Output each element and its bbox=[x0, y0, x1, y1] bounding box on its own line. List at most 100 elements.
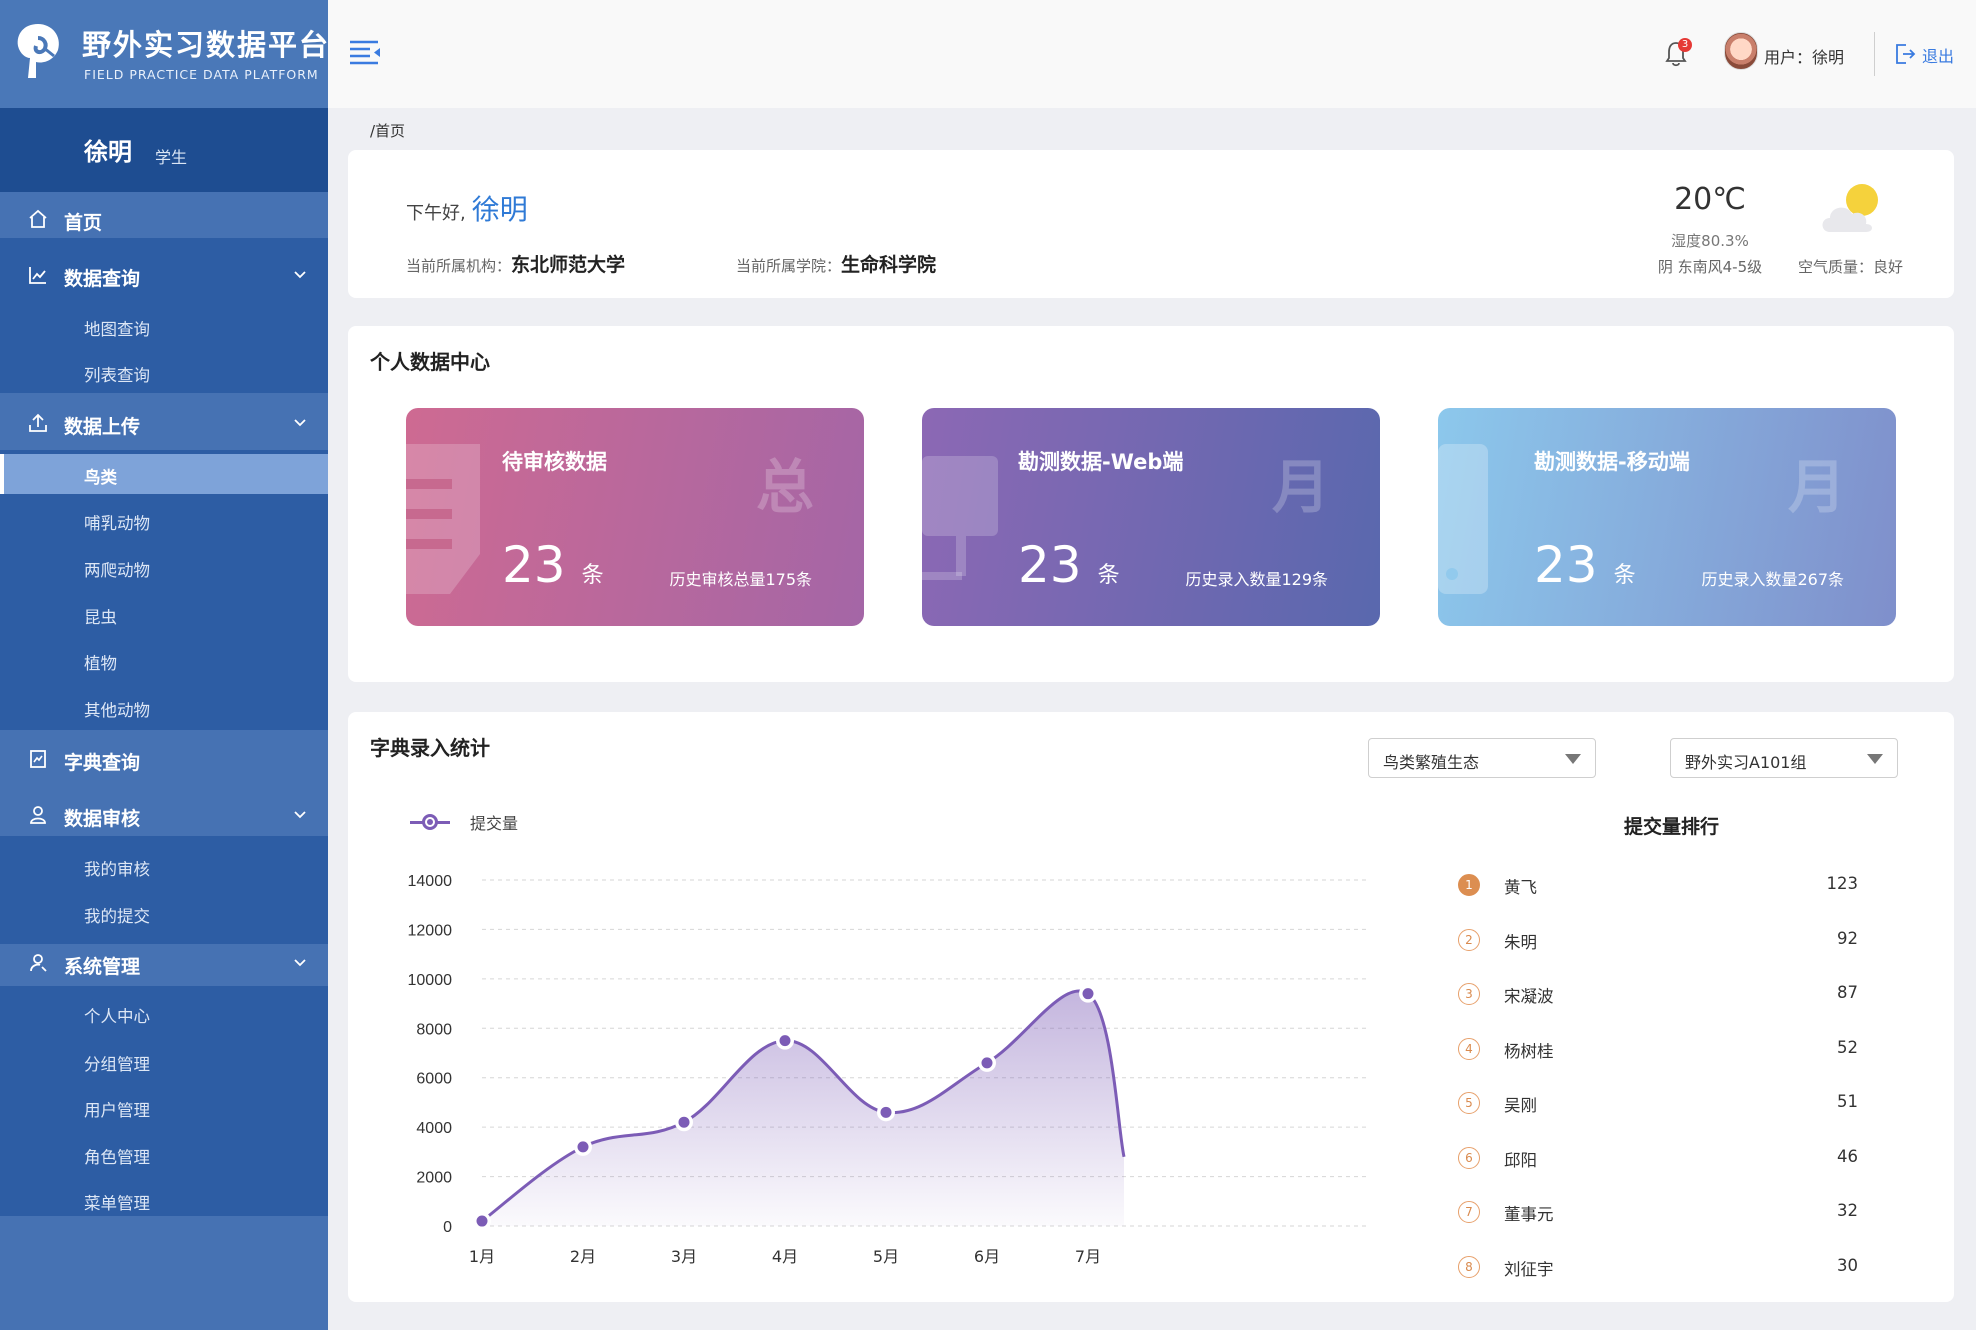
caret-down-icon bbox=[1565, 754, 1581, 764]
chevron-down-icon bbox=[294, 811, 306, 819]
sidebar-subitem-mammals[interactable]: 哺乳动物 bbox=[0, 500, 328, 540]
menu-collapse-icon[interactable] bbox=[348, 36, 382, 70]
ranking-title: 提交量排行 bbox=[1624, 816, 1720, 838]
x-tick-label: 7月 bbox=[1075, 1247, 1101, 1266]
group-select[interactable]: 野外实习A101组 bbox=[1670, 738, 1898, 778]
home-icon bbox=[29, 209, 47, 228]
data-point bbox=[978, 1054, 996, 1072]
sidebar-subitem-amphibians[interactable]: 两爬动物 bbox=[0, 547, 328, 587]
sidebar-item-label: 首页 bbox=[64, 212, 103, 234]
college-value: 生命科学院 bbox=[841, 254, 937, 276]
sidebar-subitem-menu-management[interactable]: 菜单管理 bbox=[0, 1180, 328, 1220]
sidebar-subitem-insects[interactable]: 昆虫 bbox=[0, 594, 328, 634]
sidebar-subitem-my-review[interactable]: 我的审核 bbox=[0, 846, 328, 886]
stat-count-value: 23 bbox=[1534, 536, 1598, 594]
sidebar-item-data-query[interactable]: 数据查询 bbox=[0, 252, 328, 298]
settings-user-icon bbox=[30, 954, 47, 972]
x-tick-label: 6月 bbox=[974, 1247, 1000, 1266]
sidebar-item-data-review[interactable]: 数据审核 bbox=[0, 792, 328, 838]
rank-name: 邱阳 bbox=[1504, 1150, 1537, 1170]
sidebar-subitem-role-management[interactable]: 角色管理 bbox=[0, 1134, 328, 1174]
chart-icon bbox=[29, 267, 46, 284]
y-tick-label: 4000 bbox=[416, 1120, 452, 1137]
org-value: 东北师范大学 bbox=[511, 254, 626, 276]
stat-history: 历史审核总量175条 bbox=[669, 570, 812, 589]
sidebar-item-data-upload[interactable]: 数据上传 bbox=[0, 400, 328, 446]
stat-unit: 条 bbox=[1613, 563, 1636, 588]
sidebar-subitem-user-management[interactable]: 用户管理 bbox=[0, 1087, 328, 1127]
rank-value: 87 bbox=[1837, 983, 1858, 1002]
stat-watermark: 月 bbox=[1271, 453, 1330, 521]
ranking-row: 2 朱明 92 bbox=[1458, 927, 1918, 957]
stat-history: 历史录入数量129条 bbox=[1185, 570, 1328, 589]
x-tick-label: 2月 bbox=[570, 1247, 596, 1266]
sidebar-subitem-label: 地图查询 bbox=[84, 320, 150, 339]
sidebar-item-home[interactable]: 首页 bbox=[0, 196, 328, 242]
rank-name: 宋凝波 bbox=[1504, 987, 1554, 1006]
logout-icon bbox=[1896, 44, 1916, 64]
rank-value: 123 bbox=[1826, 874, 1859, 893]
stat-name: 勘测数据-Web端 bbox=[1018, 450, 1184, 474]
rank-number: 6 bbox=[1458, 1146, 1480, 1169]
greeting-text: 下午好, 徐明 bbox=[406, 188, 528, 228]
rank-number: 3 bbox=[1458, 983, 1480, 1005]
tree-logo-icon bbox=[17, 24, 59, 78]
sidebar-subitem-label: 我的审核 bbox=[84, 860, 150, 879]
rank-name: 黄飞 bbox=[1504, 878, 1537, 897]
sidebar-subitem-my-submission[interactable]: 我的提交 bbox=[0, 893, 328, 933]
stat-count-value: 23 bbox=[1018, 536, 1082, 594]
partly-cloudy-icon bbox=[1822, 184, 1878, 232]
sidebar-subitem-group-management[interactable]: 分组管理 bbox=[0, 1041, 328, 1081]
rank-number: 5 bbox=[1458, 1092, 1480, 1114]
ranking-row: 3 宋凝波 87 bbox=[1458, 981, 1918, 1011]
sidebar-item-dictionary[interactable]: 字典查询 bbox=[0, 736, 328, 782]
weather-humidity: 湿度80.3% bbox=[1671, 232, 1749, 250]
sidebar: 野外实习数据平台 FIELD PRACTICE DATA PLATFORM 徐明… bbox=[0, 0, 328, 1330]
sidebar-subitem-birds[interactable]: 鸟类 bbox=[0, 454, 328, 494]
college-info: 当前所属学院：生命科学院 bbox=[736, 250, 936, 277]
sidebar-subitem-plants[interactable]: 植物 bbox=[0, 640, 328, 680]
chevron-down-icon bbox=[294, 419, 306, 427]
stat-card-pending[interactable]: 总 待审核数据 23 条 历史审核总量175条 bbox=[406, 408, 864, 626]
sidebar-subitem-personal-center[interactable]: 个人中心 bbox=[0, 993, 328, 1033]
y-tick-label: 6000 bbox=[416, 1071, 452, 1088]
ranking-row: 8 刘征宇 30 bbox=[1458, 1254, 1918, 1284]
rank-name: 吴刚 bbox=[1504, 1096, 1537, 1115]
ranking-row: 5 吴刚 51 bbox=[1458, 1090, 1918, 1120]
x-tick-label: 1月 bbox=[469, 1247, 495, 1266]
rank-name: 朱明 bbox=[1504, 932, 1537, 952]
sidebar-item-system[interactable]: 系统管理 bbox=[0, 940, 328, 986]
sidebar-item-label: 数据审核 bbox=[64, 808, 141, 830]
data-point bbox=[1079, 985, 1097, 1003]
y-tick-label: 0 bbox=[443, 1219, 452, 1236]
sidebar-user-role: 学生 bbox=[155, 148, 188, 167]
sidebar-subitem-label: 其他动物 bbox=[84, 701, 150, 720]
stat-card-mobile[interactable]: 月 勘测数据-移动端 23 条 历史录入数量267条 bbox=[1438, 408, 1896, 626]
stat-card-web[interactable]: 月 勘测数据-Web端 23 条 历史录入数量129条 bbox=[922, 408, 1380, 626]
caret-down-icon bbox=[1867, 754, 1883, 764]
stat-name: 待审核数据 bbox=[502, 450, 607, 474]
greeting-card: 下午好, 徐明 当前所属机构：东北师范大学 当前所属学院：生命科学院 20℃ 湿度… bbox=[348, 150, 1954, 298]
sidebar-subitem-other-animals[interactable]: 其他动物 bbox=[0, 687, 328, 727]
sidebar-subitem-label: 我的提交 bbox=[84, 907, 150, 926]
logo: 野外实习数据平台 FIELD PRACTICE DATA PLATFORM bbox=[0, 0, 328, 108]
sidebar-subitem-list-query[interactable]: 列表查询 bbox=[0, 352, 328, 392]
logout-button[interactable]: 退出 bbox=[1894, 42, 1954, 70]
app-title: 野外实习数据平台 bbox=[82, 28, 331, 62]
sidebar-subitem-label: 菜单管理 bbox=[84, 1194, 150, 1213]
stat-count: 23 条 bbox=[502, 536, 604, 594]
y-tick-label: 12000 bbox=[408, 922, 453, 939]
user-icon bbox=[30, 806, 46, 824]
college-label: 当前所属学院： bbox=[736, 257, 842, 275]
x-tick-label: 5月 bbox=[873, 1247, 899, 1266]
stat-name: 勘测数据-移动端 bbox=[1534, 450, 1690, 474]
sidebar-user-name: 徐明 bbox=[84, 138, 132, 166]
sidebar-subitem-label: 两爬动物 bbox=[84, 561, 150, 580]
x-tick-label: 4月 bbox=[772, 1247, 798, 1266]
ranking-row: 1 黄飞 123 bbox=[1458, 872, 1918, 902]
rank-value: 51 bbox=[1837, 1092, 1858, 1111]
sidebar-subitem-map-query[interactable]: 地图查询 bbox=[0, 306, 328, 346]
avatar[interactable] bbox=[1724, 32, 1758, 70]
header-user-label[interactable]: 用户：徐明 bbox=[1764, 44, 1844, 68]
dictionary-icon bbox=[30, 750, 46, 768]
